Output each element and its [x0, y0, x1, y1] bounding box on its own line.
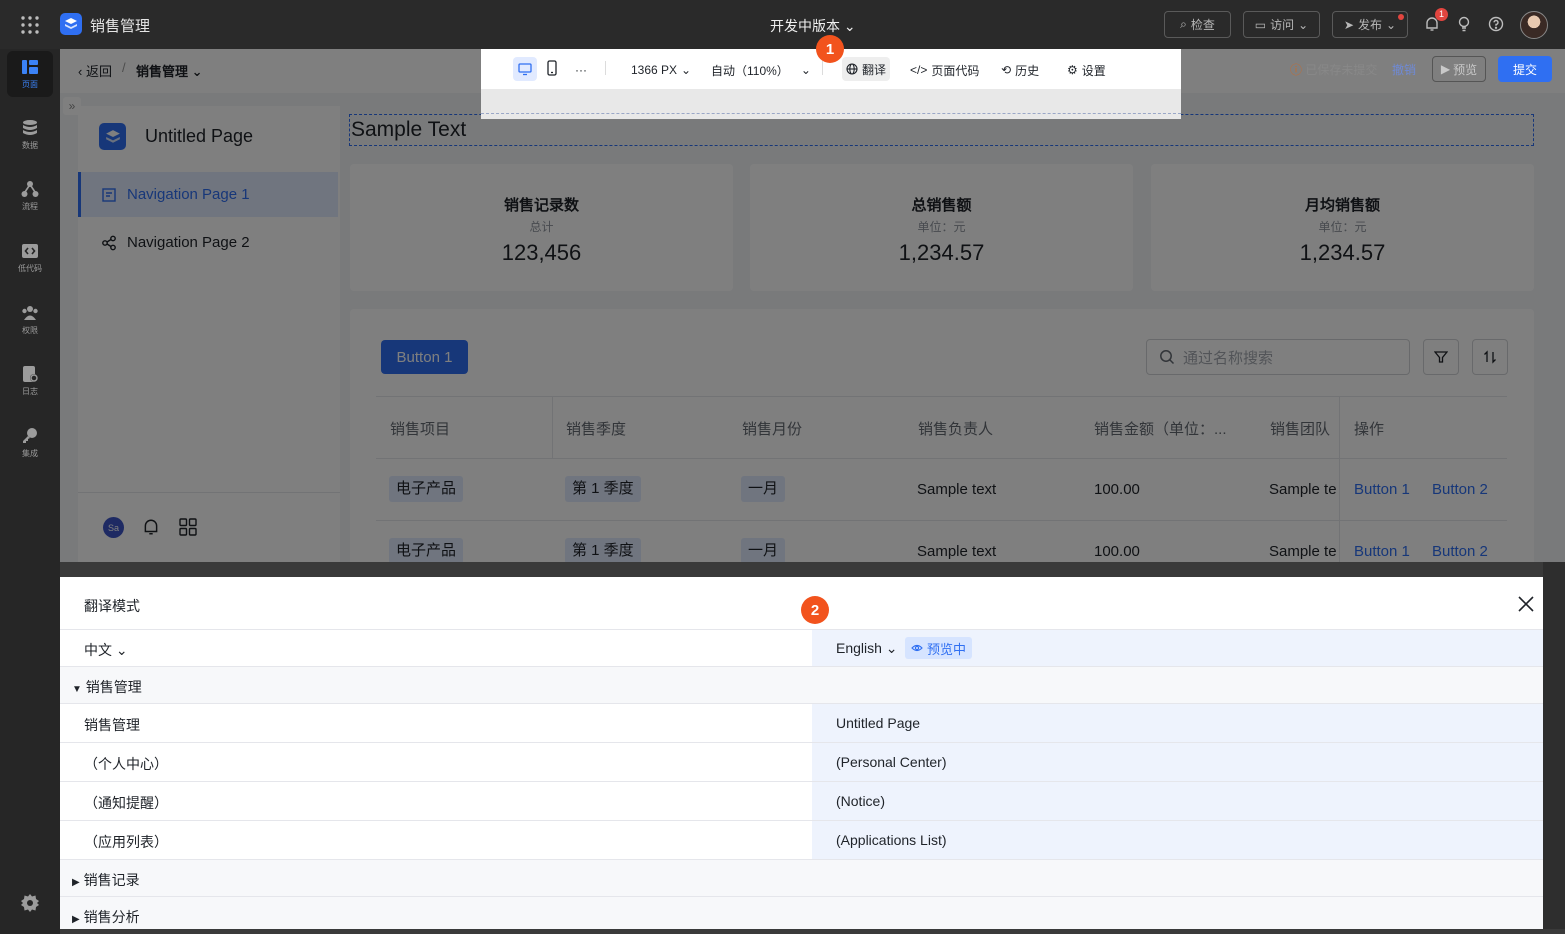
target-text[interactable]: (Applications List) — [836, 832, 947, 848]
target-language-select[interactable]: English ⌄ — [836, 640, 898, 657]
mobile-icon — [547, 60, 557, 76]
database-icon — [23, 120, 37, 135]
toolbar-shadow — [481, 89, 1181, 119]
chevron-down-icon: ⌄ — [1298, 17, 1309, 32]
overlay-mask — [1181, 93, 1565, 119]
publish-button[interactable]: ➤ 发布 ⌄ — [1332, 11, 1408, 38]
publish-dot — [1398, 14, 1404, 20]
app-logo-icon — [60, 13, 82, 35]
help-icon[interactable] — [1488, 16, 1504, 32]
divider — [822, 61, 823, 75]
log-icon — [23, 366, 38, 382]
chevron-down-icon: ⌄ — [1386, 17, 1397, 32]
gear-icon: ⚙ — [1067, 63, 1078, 77]
page-code-button[interactable]: </> 页面代码 — [910, 60, 979, 80]
history-button[interactable]: ⟲ 历史 — [1001, 60, 1039, 80]
rail-item-permission[interactable]: 权限 — [7, 297, 53, 343]
source-text: （通知提醒） — [84, 795, 168, 811]
step-marker-2: 2 — [801, 596, 829, 624]
gear-icon[interactable] — [20, 893, 40, 913]
preview-button[interactable]: ▶ 预览 — [1432, 56, 1486, 82]
user-avatar[interactable] — [1520, 11, 1548, 39]
app-grid-icon[interactable] — [20, 15, 40, 35]
history-icon: ⟲ — [1001, 63, 1012, 77]
width-dropdown[interactable]: 1366 PX ⌄ — [631, 60, 691, 80]
target-column-bg — [812, 704, 1543, 742]
overlay-mask — [1543, 562, 1565, 934]
target-column-bg — [812, 782, 1543, 820]
app-name: 销售管理 — [90, 18, 151, 35]
translate-title: 翻译模式 — [84, 598, 140, 614]
zoom-dropdown[interactable]: 自动（110%） ⌄ — [711, 60, 811, 80]
notification-badge: 1 — [1435, 8, 1448, 21]
flow-icon — [21, 181, 39, 197]
target-text[interactable]: (Personal Center) — [836, 754, 947, 770]
previewing-badge: 预览中 — [905, 637, 973, 659]
monitor-icon: ▭ — [1254, 17, 1267, 32]
mobile-view-button[interactable] — [545, 60, 559, 76]
target-text[interactable]: Untitled Page — [836, 715, 920, 731]
inspect-button[interactable]: ⌕ 检查 — [1164, 11, 1231, 38]
inspect-icon: ⌕ — [1180, 17, 1187, 31]
rail-item-flow[interactable]: 流程 — [7, 173, 53, 219]
warning-icon: ⓘ — [1290, 63, 1303, 77]
pages-icon — [22, 60, 38, 74]
close-icon[interactable] — [1516, 594, 1536, 614]
caret-right-icon: ▶ — [72, 877, 80, 888]
rail-item-log[interactable]: 日志 — [7, 358, 53, 404]
group-label[interactable]: ▼ 销售管理 — [72, 677, 142, 697]
source-text: 销售管理 — [84, 717, 140, 733]
overlay-mask — [60, 562, 1565, 577]
visit-button[interactable]: ▭ 访问 ⌄ — [1243, 11, 1320, 38]
group-row-expanded[interactable] — [60, 667, 1543, 704]
submit-button[interactable]: 提交 — [1498, 56, 1552, 82]
key-icon — [23, 428, 37, 443]
send-icon: ➤ — [1343, 17, 1354, 32]
undo-link[interactable]: 撤销 — [1392, 61, 1416, 78]
source-language-select[interactable]: 中文 ⌄ — [84, 640, 128, 660]
tips-icon[interactable] — [1456, 16, 1472, 32]
chevron-down-icon: ⌄ — [800, 63, 811, 77]
more-button[interactable]: ··· — [575, 60, 587, 80]
caret-right-icon: ▶ — [72, 914, 80, 925]
rail-item-integration[interactable]: 集成 — [7, 420, 53, 466]
translate-button[interactable]: 翻译 — [842, 57, 891, 81]
caret-down-icon: ▼ — [72, 684, 82, 695]
guide-line — [481, 113, 1181, 114]
save-status: ⓘ 已保存未提交 — [1290, 63, 1378, 77]
target-text[interactable]: (Notice) — [836, 793, 885, 809]
source-text: （个人中心） — [84, 756, 168, 772]
rail-item-lowcode[interactable]: 低代码 — [7, 235, 53, 281]
step-marker-1: 1 — [816, 35, 844, 63]
group-label[interactable]: ▶ 销售记录 — [72, 870, 140, 890]
chevron-down-icon: ⌄ — [681, 63, 692, 77]
group-label[interactable]: ▶ 销售分析 — [72, 907, 140, 927]
code-icon — [22, 244, 38, 258]
desktop-view-button[interactable] — [513, 57, 537, 81]
play-icon: ▶ — [1440, 62, 1451, 76]
rail-item-data[interactable]: 数据 — [7, 112, 53, 158]
settings-button[interactable]: ⚙ 设置 — [1067, 60, 1106, 80]
overlay-mask — [60, 119, 1565, 562]
overlay-mask — [60, 929, 1565, 934]
source-text: （应用列表） — [84, 834, 168, 850]
eye-icon — [911, 644, 923, 652]
desktop-icon — [518, 63, 532, 76]
rail-item-pages[interactable]: 页面 — [7, 51, 53, 97]
group-row-collapsed[interactable] — [60, 897, 1543, 929]
users-icon — [22, 306, 38, 320]
overlay-mask — [60, 93, 481, 119]
divider — [605, 61, 606, 75]
code-icon: </> — [910, 63, 928, 77]
group-row-collapsed[interactable] — [60, 860, 1543, 897]
version-dropdown[interactable]: 开发中版本 ⌄ — [770, 16, 856, 36]
globe-icon — [846, 63, 858, 75]
